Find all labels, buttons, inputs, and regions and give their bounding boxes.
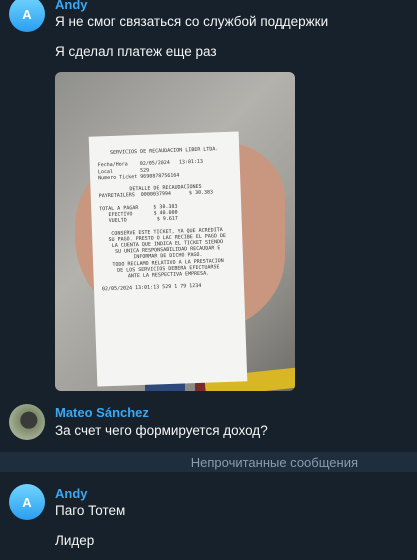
avatar-letter: A [22, 494, 32, 510]
avatar-letter: A [22, 6, 32, 22]
message-text: Я сделал платеж еще раз [55, 44, 217, 59]
receipt-footer: 02/05/2024 13:01:13 529 1 79 1234 [101, 283, 202, 293]
avatar-andy[interactable]: A [9, 484, 45, 520]
message-text: Паго Тотем [55, 503, 126, 518]
sender-name[interactable]: Mateo Sánchez [55, 405, 149, 420]
receipt-header: SERVICIOS DE RECAUDACION LIBER LTDA. [109, 146, 219, 156]
receipt-notice: CONSERVE ESTE TICKET, YA QUE ACREDITA SU… [108, 226, 227, 280]
message-text: За счет чего формируется доход? [55, 423, 268, 438]
message-text: Я не смог связаться со службой поддержки [55, 14, 329, 29]
avatar-mateo[interactable] [9, 404, 45, 440]
unread-label: Непрочитанные сообщения [190, 454, 358, 470]
sender-name[interactable]: Andy [55, 0, 88, 12]
message-text: Лидер [55, 533, 95, 548]
sender-name[interactable]: Andy [55, 486, 88, 501]
avatar-andy[interactable]: A [9, 0, 45, 32]
receipt: SERVICIOS DE RECAUDACION LIBER LTDA. Fec… [88, 131, 248, 387]
unread-divider: Непрочитанные сообщения [0, 452, 417, 472]
receipt-photo[interactable]: SERVICIOS DE RECAUDACION LIBER LTDA. Fec… [55, 72, 295, 391]
